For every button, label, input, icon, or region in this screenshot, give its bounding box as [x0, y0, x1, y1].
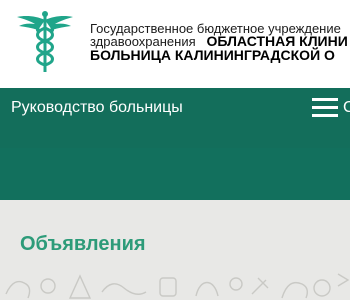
caduceus-icon[interactable]: [16, 8, 74, 74]
site-header: Государственное бюджетное учреждение здр…: [0, 0, 350, 88]
org-name-line-3: БОЛЬНИЦА КАЛИНИНГРАДСКОЙ О: [90, 47, 335, 63]
hamburger-menu-icon[interactable]: [312, 98, 338, 120]
content-area: Объявления: [0, 200, 350, 300]
organization-name[interactable]: Государственное бюджетное учреждение здр…: [90, 22, 350, 62]
nav-item-hospital-management[interactable]: Руководство больницы: [11, 99, 183, 117]
nav-menu-label[interactable]: С: [343, 99, 350, 117]
main-navigation: Руководство больницы С: [0, 88, 350, 149]
green-banner: [0, 148, 350, 200]
section-title-announcements: Объявления: [20, 233, 146, 255]
medical-doodle-pattern: [5, 273, 350, 299]
